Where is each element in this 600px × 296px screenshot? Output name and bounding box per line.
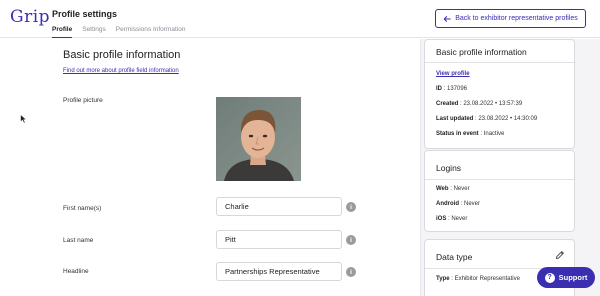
id-row: ID : 137096 [436,86,467,92]
main-content [0,39,420,296]
grip-logo[interactable]: Grip [10,7,50,27]
view-profile-link[interactable]: View profile [436,71,470,77]
web-login-row: Web : Never [436,186,470,192]
updated-row: Last updated : 23.08.2022 • 14:30:09 [436,116,537,122]
tab-bar: Profile Settings Permissions Information [52,26,185,38]
first-name-input[interactable]: Charlie [216,197,342,216]
card-divider [425,62,576,63]
status-value: : Inactive [480,131,505,137]
ios-value: : Never [448,216,468,222]
id-label: ID [436,86,442,92]
support-label: Support [558,273,588,282]
logins-card: Logins Web : Never Android : Never iOS :… [424,150,576,232]
profile-field-info-link[interactable]: Find out more about profile field inform… [63,68,179,74]
mouse-cursor-icon [20,114,27,124]
top-header: Grip Profile settings Profile Settings P… [0,0,600,38]
created-label: Created [436,101,459,107]
web-label: Web [436,186,449,192]
type-row: Type : Exhibitor Representative [436,276,520,282]
last-name-label: Last name [63,237,94,244]
page-title: Profile settings [52,9,118,19]
headline-label: Headline [63,268,89,275]
type-label: Type [436,276,450,282]
headline-input[interactable]: Partnerships Representative [216,262,342,281]
profile-picture-label: Profile picture [63,97,103,104]
last-name-info-icon[interactable]: i [346,235,356,245]
edit-pencil-icon[interactable] [555,250,565,260]
tab-permissions-information[interactable]: Permissions Information [116,26,186,38]
ios-label: iOS [436,216,447,222]
logins-card-title: Logins [436,163,462,173]
last-name-input[interactable]: Pitt [216,230,342,249]
updated-value: : 23.08.2022 • 14:30:09 [475,116,538,122]
tab-profile[interactable]: Profile [52,26,73,38]
question-icon: ? [544,272,555,283]
profile-photo-image [216,97,301,181]
status-label: Status in event [436,131,479,137]
card-divider [425,179,576,180]
back-button-label: Back to exhibitor representative profile… [455,15,578,22]
back-arrow-icon [443,15,451,22]
first-name-info-icon[interactable]: i [346,202,356,212]
basic-info-card-title: Basic profile information [436,47,527,57]
android-login-row: Android : Never [436,201,480,207]
section-title: Basic profile information [63,49,181,61]
first-name-label: First name(s) [63,205,102,212]
created-row: Created : 23.08.2022 • 13:57:39 [436,101,522,107]
type-value: : Exhibitor Representative [451,276,520,282]
created-value: : 23.08.2022 • 13:57:39 [460,101,523,107]
back-to-representatives-button[interactable]: Back to exhibitor representative profile… [435,9,586,28]
web-value: : Never [450,186,470,192]
data-type-card-title: Data type [436,252,473,262]
profile-picture[interactable] [216,97,301,181]
headline-info-icon[interactable]: i [346,267,356,277]
updated-label: Last updated [436,116,474,122]
tab-settings[interactable]: Settings [82,26,106,38]
basic-info-card: Basic profile information View profile I… [424,39,576,149]
id-value: : 137096 [443,86,468,92]
android-value: : Never [460,201,481,207]
status-row: Status in event : Inactive [436,131,504,137]
android-label: Android [436,201,459,207]
ios-login-row: iOS : Never [436,216,467,222]
support-button[interactable]: ? Support [537,267,595,288]
